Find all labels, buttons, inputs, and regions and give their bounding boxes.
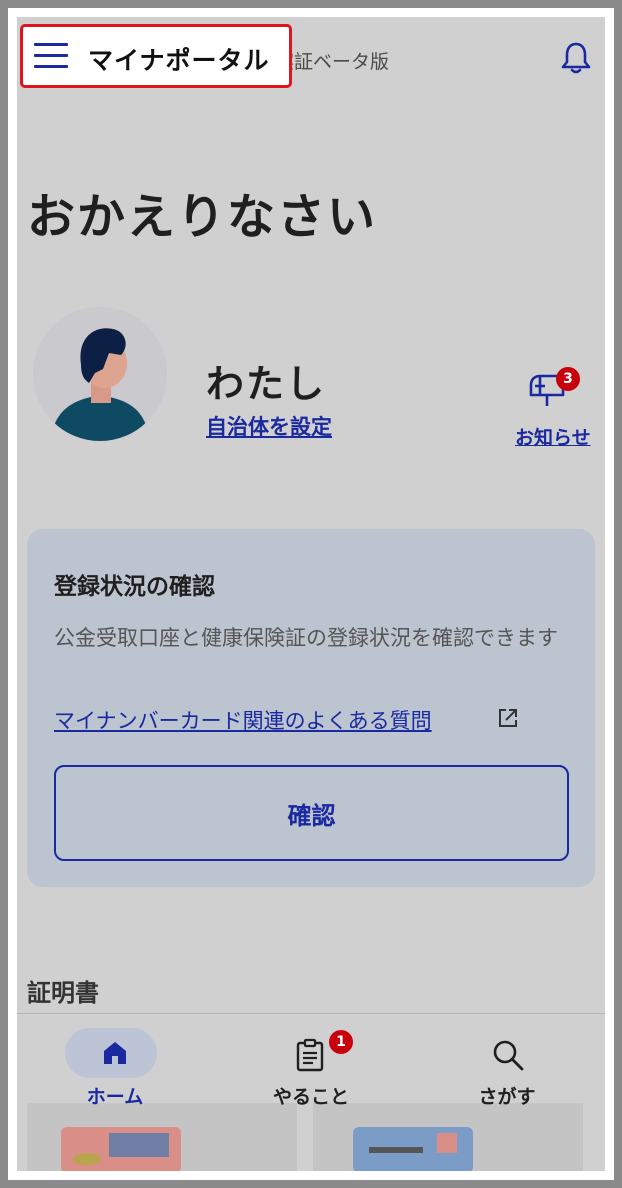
nav-search-label: さがす bbox=[478, 1086, 536, 1108]
menu-highlight-box[interactable]: マイナポータル bbox=[20, 24, 292, 88]
card-description: 公金受取口座と健康保険証の登録状況を確認できます bbox=[54, 626, 558, 650]
external-link-icon bbox=[499, 709, 517, 727]
todo-badge: 1 bbox=[329, 1030, 353, 1054]
bell-icon[interactable] bbox=[558, 39, 594, 75]
search-icon bbox=[493, 1040, 524, 1071]
certificates-heading: 証明書 bbox=[27, 979, 99, 1007]
app-title: マイナポータル bbox=[88, 46, 270, 75]
screenshot-frame: 実証ベータ版 マイナポータル おかえりなさい わたし 自治体を設定 3 お知らせ… bbox=[8, 8, 614, 1180]
notices-badge: 3 bbox=[556, 367, 580, 391]
app-header: 実証ベータ版 マイナポータル bbox=[17, 17, 605, 103]
greeting-heading: おかえりなさい bbox=[27, 189, 378, 245]
clipboard-icon bbox=[296, 1038, 324, 1072]
user-name: わたし bbox=[206, 362, 327, 406]
home-icon bbox=[104, 1042, 126, 1064]
card-title: 登録状況の確認 bbox=[54, 574, 215, 600]
avatar bbox=[33, 307, 167, 441]
faq-link[interactable]: マイナンバーカード関連のよくある質問 bbox=[54, 705, 432, 735]
bottom-navigation: ホーム 1 やること さがす bbox=[17, 1013, 605, 1108]
nav-search[interactable]: さがす bbox=[409, 1014, 605, 1108]
nav-home-label: ホーム bbox=[86, 1086, 144, 1108]
confirm-button[interactable]: 確認 bbox=[54, 765, 569, 861]
registration-status-card: 登録状況の確認 公金受取口座と健康保険証の登録状況を確認できます マイナンバーカ… bbox=[27, 529, 595, 887]
notices-label: お知らせ bbox=[515, 427, 591, 449]
person-illustration-icon bbox=[33, 307, 167, 441]
nav-todo[interactable]: 1 やること bbox=[213, 1014, 409, 1108]
notices-button[interactable]: 3 お知らせ bbox=[503, 367, 593, 449]
app-screen: 実証ベータ版 マイナポータル おかえりなさい わたし 自治体を設定 3 お知らせ… bbox=[17, 17, 605, 1171]
hamburger-menu-icon[interactable] bbox=[34, 43, 68, 69]
nav-home[interactable]: ホーム bbox=[17, 1014, 213, 1108]
set-municipality-link[interactable]: 自治体を設定 bbox=[206, 411, 332, 441]
nav-todo-label: やること bbox=[272, 1086, 349, 1108]
beta-label: 実証ベータ版 bbox=[275, 51, 390, 73]
